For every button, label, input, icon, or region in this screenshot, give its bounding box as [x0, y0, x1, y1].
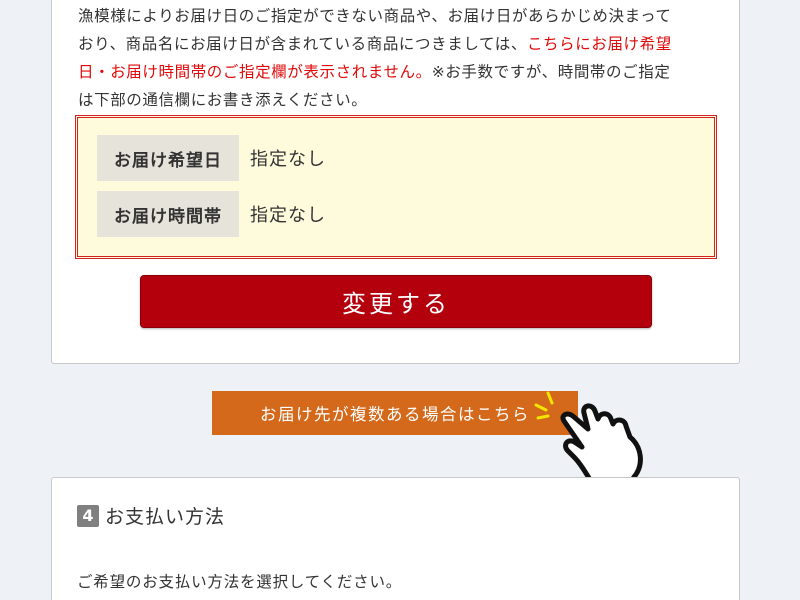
- delivery-time-value: 指定なし: [250, 205, 326, 226]
- multiple-destinations-button[interactable]: お届け先が複数ある場合はこちら: [212, 391, 578, 435]
- notice-line-2: おり、商品名にお届け日が含まれている商品につきましては、こちらにお届け希望: [78, 30, 718, 58]
- delivery-notice: 漁模様によりお届け日のご指定ができない商品や、お届け日があらかじめ決まって おり…: [78, 2, 718, 114]
- payment-description: ご希望のお支払い方法を選択してください。: [77, 573, 403, 591]
- delivery-time-row: お届け時間帯 指定なし: [97, 191, 326, 237]
- change-button[interactable]: 変更する: [140, 275, 652, 328]
- highlight-stroke-3: [536, 414, 550, 420]
- highlight-stroke-2: [534, 403, 548, 412]
- delivery-date-value: 指定なし: [250, 149, 326, 170]
- notice-line-3: 日・お届け時間帯のご指定欄が表示されません。※お手数ですが、時間帯のご指定: [78, 58, 718, 86]
- delivery-card: 漁模様によりお届け日のご指定ができない商品や、お届け日があらかじめ決まって おり…: [51, 0, 740, 364]
- notice-line-3-text: ※お手数ですが、時間帯のご指定: [431, 63, 671, 81]
- pointing-hand-icon: [534, 391, 643, 486]
- notice-line-2-text: おり、商品名にお届け日が含まれている商品につきましては、: [78, 35, 527, 53]
- highlight-stroke-1: [546, 391, 554, 405]
- notice-line-2-red: こちらにお届け希望: [526, 35, 672, 53]
- delivery-time-label: お届け時間帯: [97, 191, 239, 237]
- hand-shape: [560, 403, 643, 486]
- delivery-date-row: お届け希望日 指定なし: [97, 135, 326, 181]
- notice-line-4: は下部の通信欄にお書き添えください。: [78, 91, 368, 109]
- delivery-settings-box: お届け希望日 指定なし お届け時間帯 指定なし: [75, 115, 717, 259]
- payment-card: 4 お支払い方法 ご希望のお支払い方法を選択してください。: [51, 477, 740, 600]
- delivery-date-label: お届け希望日: [97, 135, 239, 181]
- notice-line-3-red: 日・お届け時間帯のご指定欄が表示されません。: [78, 63, 432, 81]
- step-number-badge: 4: [77, 504, 99, 527]
- notice-line-1: 漁模様によりお届け日のご指定ができない商品や、お届け日があらかじめ決まって: [78, 7, 672, 25]
- payment-section-title: お支払い方法: [105, 506, 226, 528]
- payment-section-header: 4 お支払い方法: [77, 502, 225, 529]
